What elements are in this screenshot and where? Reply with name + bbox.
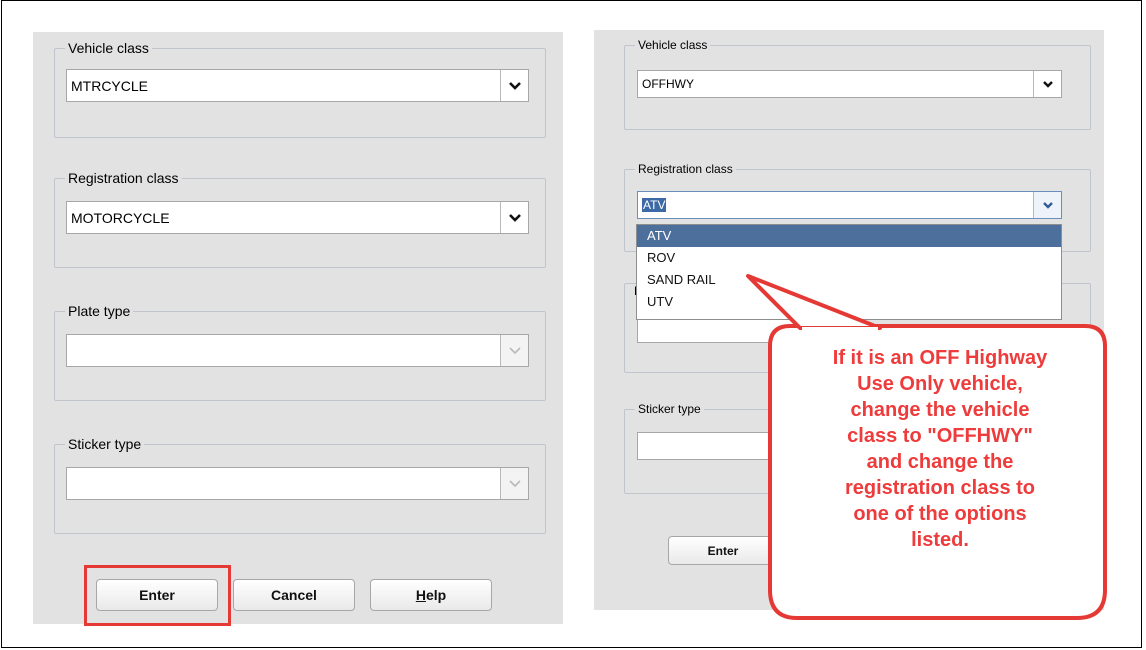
callout-line: If it is an OFF Highway xyxy=(832,347,1048,369)
callout-line: listed. xyxy=(911,529,969,551)
callout-line: one of the options xyxy=(853,503,1027,525)
callout-line: class to "OFFHWY" xyxy=(847,425,1033,447)
callout-text: If it is an OFF Highway Use Only vehicle… xyxy=(790,345,1090,553)
callout-line: Use Only vehicle, xyxy=(857,373,1023,395)
callout-line: change the vehicle xyxy=(850,399,1030,421)
callout-line: registration class to xyxy=(844,477,1036,499)
callout-line: and change the xyxy=(866,451,1014,473)
